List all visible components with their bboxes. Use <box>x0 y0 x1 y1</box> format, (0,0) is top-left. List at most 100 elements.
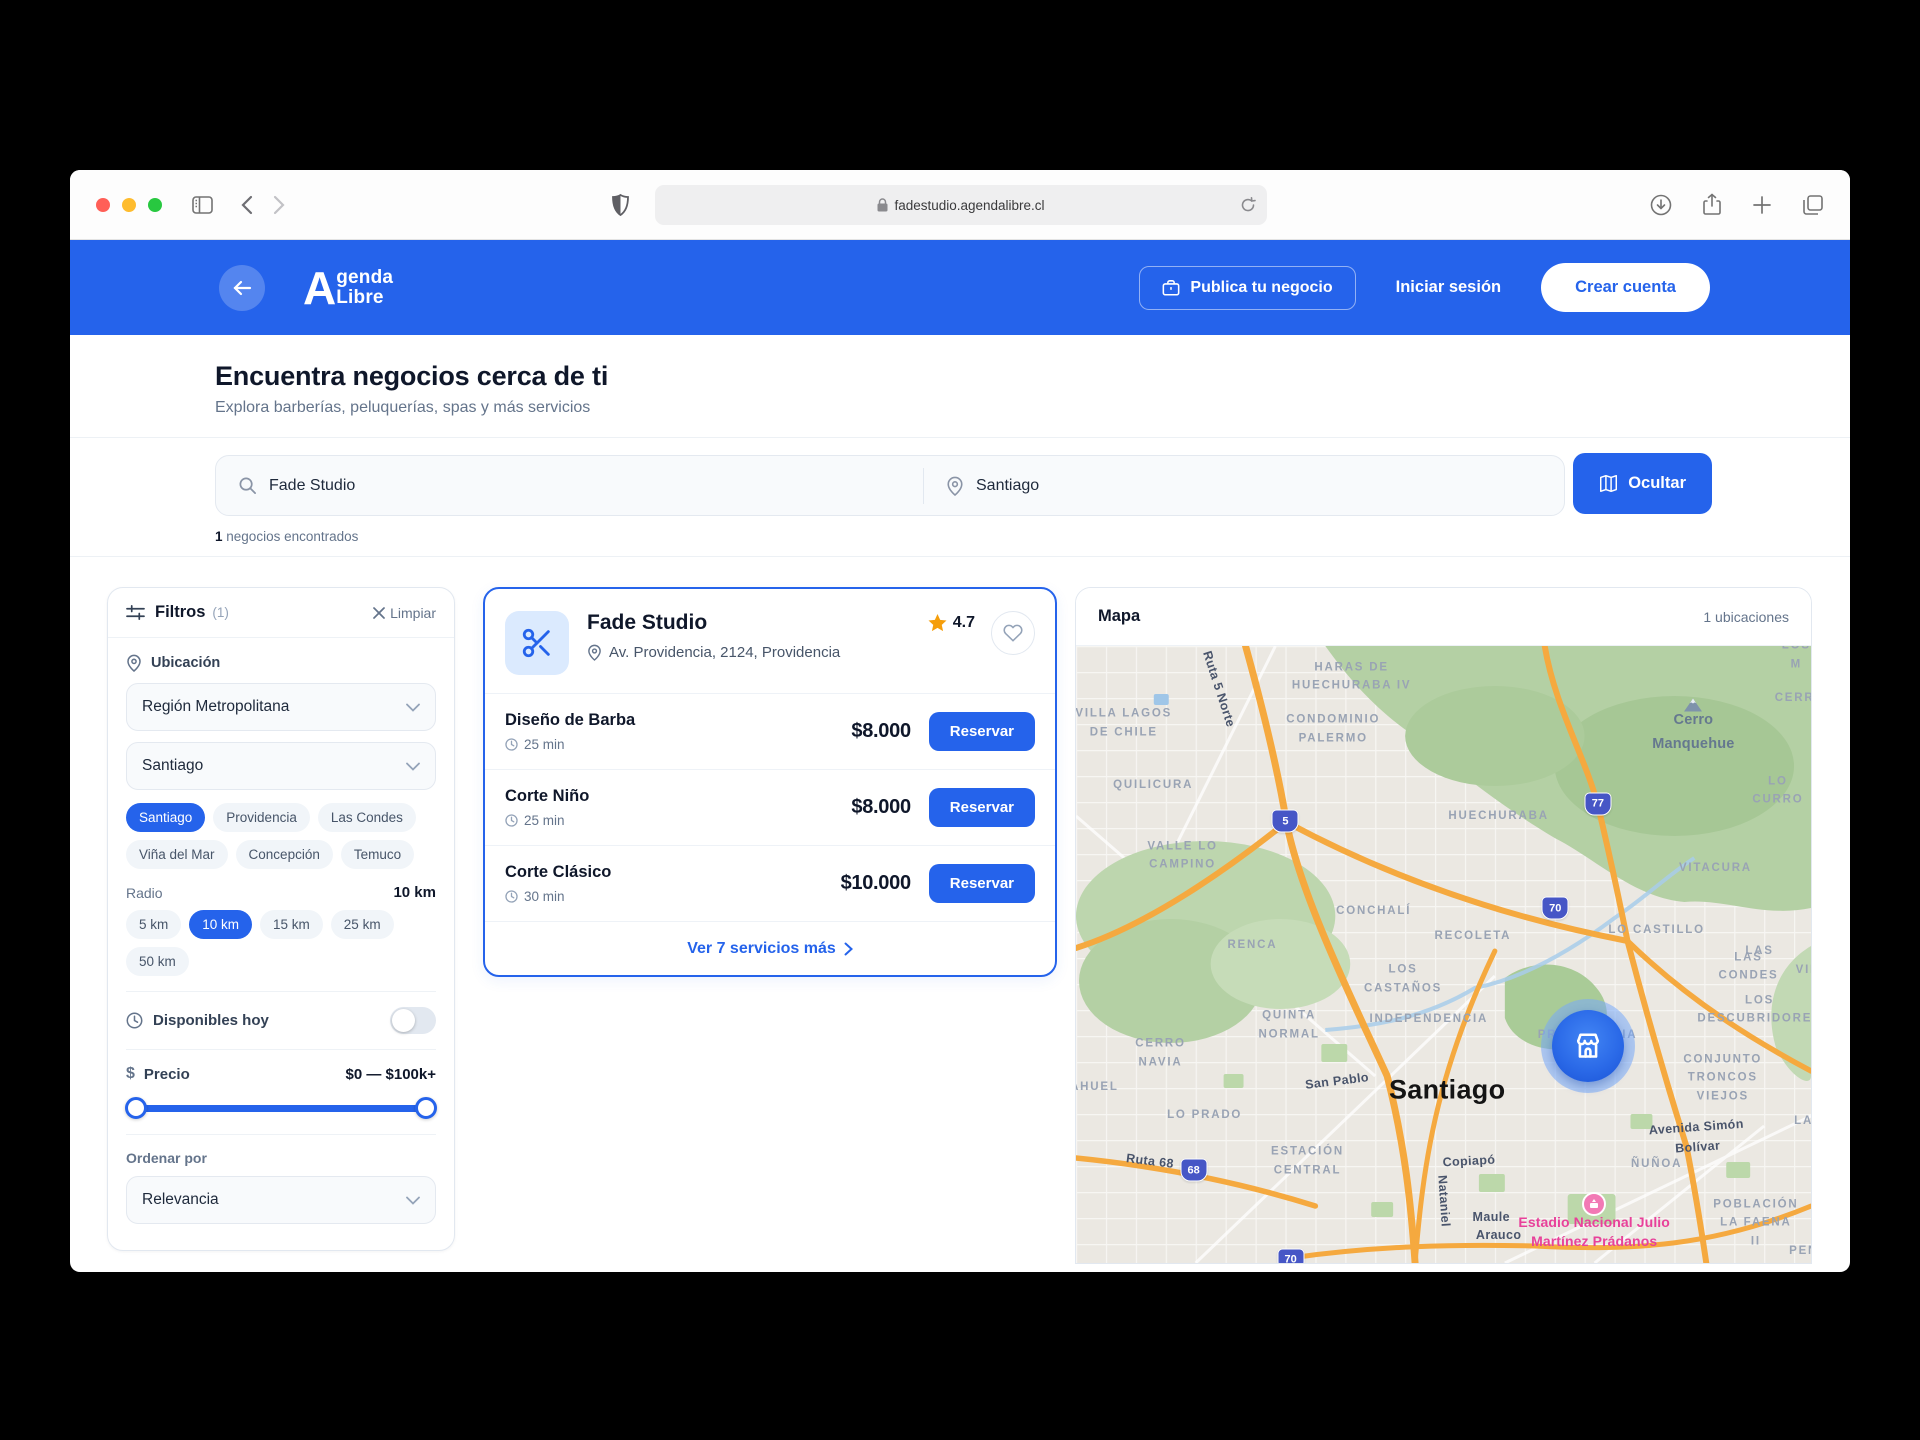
clock-icon <box>505 890 518 903</box>
region-value: Región Metropolitana <box>142 698 289 716</box>
tab-overview-icon[interactable] <box>1802 193 1824 216</box>
price-slider <box>128 1097 434 1119</box>
business-card[interactable]: Fade Studio 4.7 <box>483 587 1057 977</box>
service-name: Corte Niño <box>505 787 589 806</box>
downloads-icon[interactable] <box>1650 193 1672 216</box>
page-title: Encuentra negocios cerca de ti <box>215 361 1850 392</box>
reload-icon[interactable] <box>1241 197 1256 213</box>
filters-header: Filtros (1) Limpiar <box>108 588 454 638</box>
city-chip-temuco[interactable]: Temuco <box>341 840 414 869</box>
location-input[interactable]: Santiago <box>924 456 1564 515</box>
route-shield: 70 <box>1277 1248 1304 1263</box>
more-services-link[interactable]: Ver 7 servicios más <box>485 921 1055 975</box>
city-select[interactable]: Santiago <box>126 742 436 790</box>
city-chip-santiago[interactable]: Santiago <box>126 803 205 832</box>
sidebar-toggle-icon[interactable] <box>192 196 213 214</box>
toggle-knob <box>392 1009 415 1032</box>
privacy-shield-icon[interactable] <box>612 194 629 216</box>
location-text: Santiago <box>976 477 1039 495</box>
price-slider-handle-max[interactable] <box>415 1097 437 1119</box>
business-map-marker[interactable] <box>1541 999 1635 1093</box>
route-shield: 68 <box>1180 1159 1207 1182</box>
new-tab-icon[interactable] <box>1752 193 1772 216</box>
signup-button[interactable]: Crear cuenta <box>1541 263 1710 312</box>
close-window-button[interactable] <box>96 198 110 212</box>
results-label: negocios encontrados <box>226 529 358 544</box>
filters-body: Ubicación Región Metropolitana Santiago <box>108 638 454 1240</box>
price-slider-handle-min[interactable] <box>125 1097 147 1119</box>
radius-chip-25km[interactable]: 25 km <box>331 910 394 939</box>
map-canvas[interactable]: Ruta 5 Norte HARAS DE HUECHURABA IV VILL… <box>1076 646 1811 1263</box>
radius-chip-50km[interactable]: 50 km <box>126 947 189 976</box>
city-chip-vina-del-mar[interactable]: Viña del Mar <box>126 840 228 869</box>
chevron-down-icon <box>406 762 420 771</box>
region-select[interactable]: Región Metropolitana <box>126 683 436 731</box>
heart-icon <box>1003 624 1023 642</box>
sort-select[interactable]: Relevancia <box>126 1176 436 1224</box>
radius-chip-15km[interactable]: 15 km <box>260 910 323 939</box>
clear-filters-label: Limpiar <box>390 605 436 621</box>
service-price: $10.000 <box>841 872 911 895</box>
price-slider-track <box>128 1105 434 1112</box>
search-query-text: Fade Studio <box>269 477 355 495</box>
map-header: Mapa 1 ubicaciones <box>1076 588 1811 646</box>
service-row: Corte Niño 25 min $8.000 Reservar <box>485 769 1055 845</box>
location-filter-label-row: Ubicación <box>126 654 436 672</box>
hide-map-button[interactable]: Ocultar <box>1573 453 1712 514</box>
sliders-icon <box>126 604 145 621</box>
search-section: Fade Studio Santiago Ocultar 1 negocios … <box>70 438 1850 557</box>
city-value: Santiago <box>142 757 203 775</box>
clock-icon <box>505 814 518 827</box>
browser-forward-button[interactable] <box>273 195 285 215</box>
price-filter-row: $ Precio $0 — $100k+ <box>126 1065 436 1083</box>
service-row: Corte Clásico 30 min $10.000 Reservar <box>485 845 1055 921</box>
search-input[interactable]: Fade Studio <box>216 456 923 515</box>
lock-icon <box>877 198 888 212</box>
radius-chip-5km[interactable]: 5 km <box>126 910 181 939</box>
toolbar-right-icons <box>1650 193 1824 216</box>
divider <box>126 1049 436 1050</box>
service-duration: 25 min <box>524 737 565 752</box>
browser-back-button[interactable] <box>241 195 253 215</box>
city-chip-concepcion[interactable]: Concepción <box>236 840 333 869</box>
browser-window: fadestudio.agendalibre.cl <box>70 170 1850 1272</box>
mountain-peak-icon <box>1683 697 1703 712</box>
logo-word-1: genda <box>336 267 393 288</box>
stadium-icon <box>1582 1192 1606 1216</box>
service-name: Diseño de Barba <box>505 711 635 730</box>
location-pin-icon <box>587 644 602 661</box>
dollar-icon: $ <box>126 1065 135 1083</box>
app-logo[interactable]: A gendaLibre <box>303 265 393 311</box>
radius-value: 10 km <box>393 884 436 901</box>
available-today-toggle[interactable] <box>390 1007 436 1034</box>
city-chip-providencia[interactable]: Providencia <box>213 803 310 832</box>
location-filter-label: Ubicación <box>151 655 220 671</box>
business-card-header: Fade Studio 4.7 <box>485 589 1055 693</box>
reserve-button[interactable]: Reservar <box>929 864 1035 903</box>
arrow-left-icon <box>232 280 252 296</box>
reserve-button[interactable]: Reservar <box>929 788 1035 827</box>
zoom-window-button[interactable] <box>148 198 162 212</box>
favorite-button[interactable] <box>991 611 1035 655</box>
clock-icon <box>126 1012 143 1029</box>
map-icon <box>1599 474 1618 493</box>
clear-filters-button[interactable]: Limpiar <box>373 605 436 621</box>
service-price: $8.000 <box>851 720 910 743</box>
service-row: Diseño de Barba 25 min $8.000 Reservar <box>485 693 1055 769</box>
publish-business-button[interactable]: Publica tu negocio <box>1139 266 1355 310</box>
business-rating: 4.7 <box>928 614 975 632</box>
share-icon[interactable] <box>1702 193 1722 216</box>
url-bar[interactable]: fadestudio.agendalibre.cl <box>655 185 1267 225</box>
price-label: Precio <box>144 1066 190 1083</box>
login-link[interactable]: Iniciar sesión <box>1396 278 1501 297</box>
more-services-label: Ver 7 servicios más <box>687 940 836 958</box>
back-button[interactable] <box>219 265 265 311</box>
service-info: Diseño de Barba 25 min <box>505 711 635 752</box>
results-count-line: 1 negocios encontrados <box>215 529 1850 544</box>
radius-chip-10km[interactable]: 10 km <box>189 910 252 939</box>
minimize-window-button[interactable] <box>122 198 136 212</box>
sort-value: Relevancia <box>142 1191 219 1209</box>
sort-label: Ordenar por <box>126 1150 436 1166</box>
reserve-button[interactable]: Reservar <box>929 712 1035 751</box>
city-chip-las-condes[interactable]: Las Condes <box>318 803 416 832</box>
